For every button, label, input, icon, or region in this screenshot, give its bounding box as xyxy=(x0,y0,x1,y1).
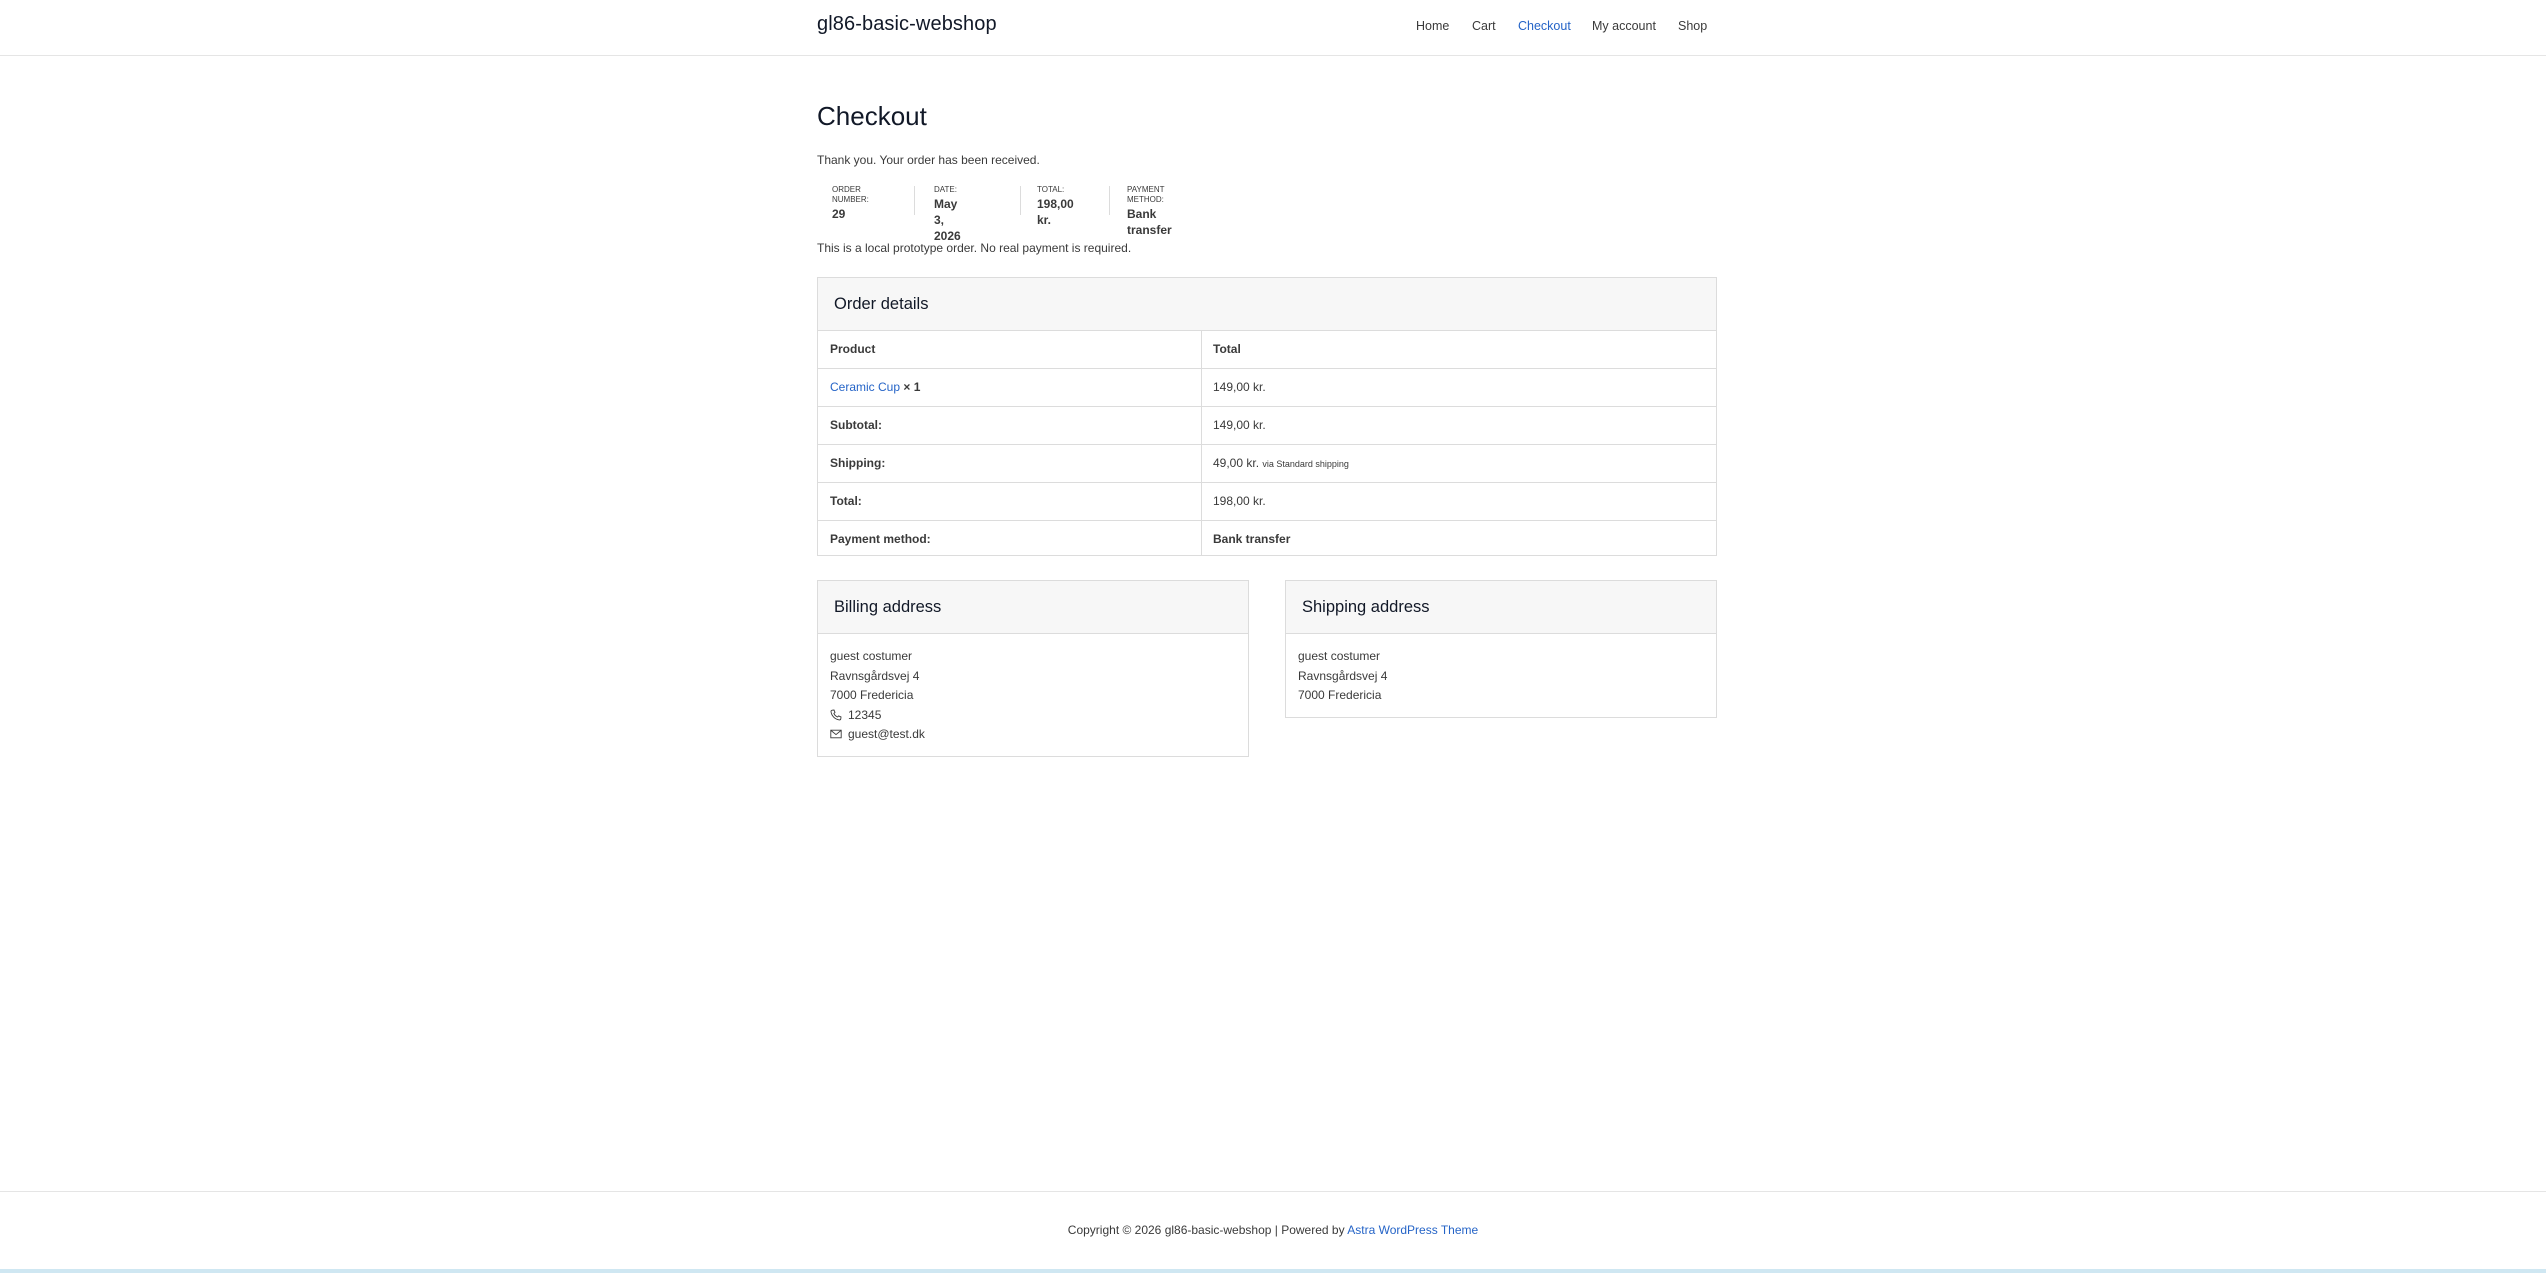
copyright-text: Copyright © 2026 gl86-basic-webshop | Po… xyxy=(1067,1223,1348,1237)
nav-my-account[interactable]: My account xyxy=(1592,19,1656,33)
order-details-heading: Order details xyxy=(818,278,1716,331)
site-footer: Copyright © 2026 gl86-basic-webshop | Po… xyxy=(0,1191,2546,1273)
page-title: Checkout xyxy=(817,101,927,131)
billing-address-box: Billing address guest costumer Ravnsgård… xyxy=(817,580,1249,757)
order-details-box: Order details Product Total Ceramic Cup … xyxy=(817,277,1717,556)
shipping-street: Ravnsgårdsvej 4 xyxy=(1298,668,1388,683)
overview-divider xyxy=(1109,186,1110,215)
footer-copyright: Copyright © 2026 gl86-basic-webshop | Po… xyxy=(0,1223,2546,1237)
overview-divider xyxy=(914,186,915,215)
date-label: Date: xyxy=(934,185,957,194)
shipping-city: 7000 Fredericia xyxy=(1298,688,1382,702)
shipping-address-heading: Shipping address xyxy=(1286,581,1716,634)
payment-method-value: Bank transfer xyxy=(1127,207,1172,237)
total-value: 198,00 kr. xyxy=(1037,197,1074,227)
nav-shop[interactable]: Shop xyxy=(1678,19,1707,33)
order-total-label: Total: xyxy=(830,494,862,508)
theme-link[interactable]: Astra WordPress Theme xyxy=(1347,1223,1478,1237)
overview-date: Date: May 3, 2026 xyxy=(934,185,961,243)
billing-phone: 12345 xyxy=(848,707,882,722)
overview-payment-method: Payment method: Bank transfer xyxy=(1127,185,1172,237)
product-total: 149,00 kr. xyxy=(1213,380,1266,394)
overview-divider xyxy=(1020,186,1021,215)
mail-icon xyxy=(830,729,842,739)
product-link[interactable]: Ceramic Cup xyxy=(830,380,900,394)
total-label: Total: xyxy=(1037,185,1065,194)
nav-checkout[interactable]: Checkout xyxy=(1518,19,1571,33)
order-total-value: 198,00 kr. xyxy=(1213,494,1266,508)
shipping-cell: 49,00 kr. via Standard shipping xyxy=(1213,445,1703,482)
table-row: Shipping: 49,00 kr. via Standard shippin… xyxy=(818,445,1716,483)
product-cell: Ceramic Cup × 1 xyxy=(830,369,1200,406)
col-total-header: Total xyxy=(1213,342,1241,356)
product-quantity: × 1 xyxy=(903,380,921,394)
overview-total: Total: 198,00 kr. xyxy=(1037,185,1074,227)
table-header-row: Product Total xyxy=(818,331,1716,369)
shipping-name: guest costumer xyxy=(1298,649,1381,663)
billing-email: guest@test.dk xyxy=(848,727,925,741)
site-title[interactable]: gl86-basic-webshop xyxy=(817,13,997,36)
order-number-label: Order number: xyxy=(832,185,869,204)
payment-label: Payment method: xyxy=(830,532,931,546)
shipping-method: via Standard shipping xyxy=(1262,459,1349,469)
nav-home[interactable]: Home xyxy=(1416,19,1449,33)
order-number-value: 29 xyxy=(832,207,846,221)
site-header: gl86-basic-webshop Home Cart Checkout My… xyxy=(0,0,2546,56)
date-value: May 3, 2026 xyxy=(934,197,961,243)
table-row: Subtotal: 149,00 kr. xyxy=(818,407,1716,445)
billing-email-row: guest@test.dk xyxy=(830,725,1236,745)
billing-address-heading: Billing address xyxy=(818,581,1248,634)
billing-street: Ravnsgårdsvej 4 xyxy=(830,668,920,683)
phone-icon xyxy=(830,709,842,720)
subtotal-value: 149,00 kr. xyxy=(1213,418,1266,432)
table-row: Total: 198,00 kr. xyxy=(818,483,1716,521)
payment-value: Bank transfer xyxy=(1213,532,1291,546)
col-product-header: Product xyxy=(830,342,876,356)
shipping-value: 49,00 kr. xyxy=(1213,456,1260,470)
local-prototype-note: This is a local prototype order. No real… xyxy=(817,241,1132,255)
shipping-address-box: Shipping address guest costumer Ravnsgår… xyxy=(1285,580,1717,718)
payment-method-label: Payment method: xyxy=(1127,185,1165,204)
shipping-label: Shipping: xyxy=(830,456,886,470)
table-row: Payment method: Bank transfer xyxy=(818,521,1716,559)
bottom-bar xyxy=(0,1269,2546,1273)
table-row: Ceramic Cup × 1 149,00 kr. xyxy=(818,369,1716,407)
billing-name: guest costumer xyxy=(830,649,913,663)
subtotal-label: Subtotal: xyxy=(830,418,882,432)
overview-order-number: Order number: 29 xyxy=(832,185,869,221)
billing-phone-row: 12345 xyxy=(830,706,1236,726)
billing-city: 7000 Fredericia xyxy=(830,688,914,702)
nav-cart[interactable]: Cart xyxy=(1472,19,1496,33)
order-received-notice: Thank you. Your order has been received. xyxy=(817,153,1040,167)
